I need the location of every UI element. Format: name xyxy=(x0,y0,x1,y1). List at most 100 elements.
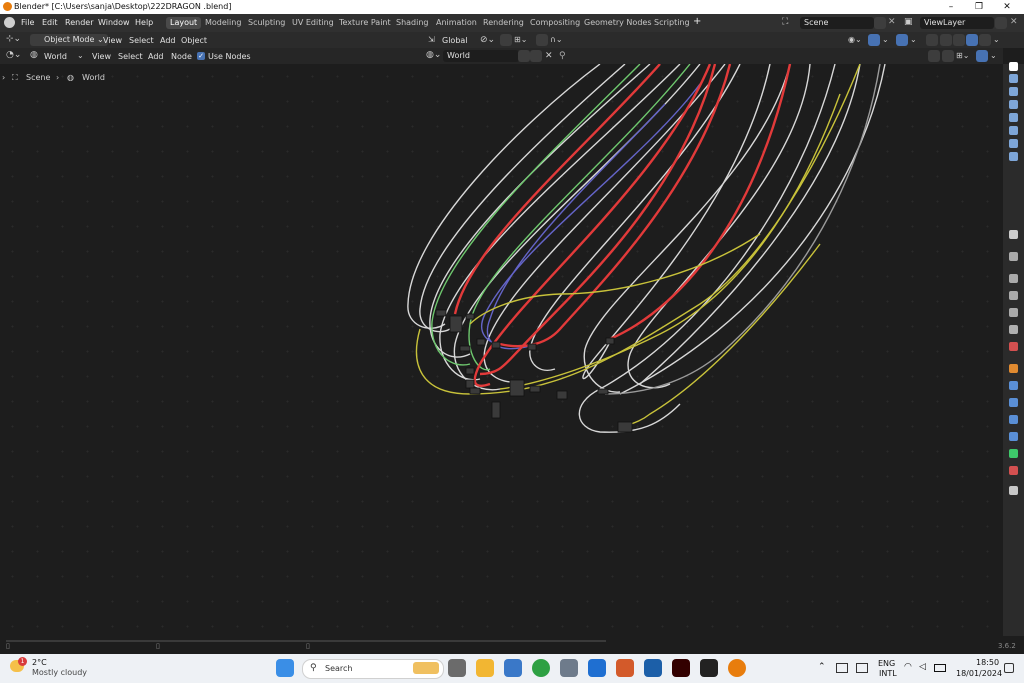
close-window-button[interactable]: ✕ xyxy=(994,0,1020,14)
use-nodes-checkbox[interactable]: ✓ xyxy=(197,52,205,60)
node-editor-canvas[interactable]: › ⛶ Scene › ◍ World xyxy=(0,64,1003,642)
language-label[interactable]: ENG xyxy=(878,659,895,668)
store-icon[interactable] xyxy=(504,659,522,677)
task-view-icon[interactable] xyxy=(448,659,466,677)
menu-render[interactable]: Render xyxy=(65,18,93,27)
blender-taskbar-icon[interactable] xyxy=(728,659,746,677)
falloff-icon[interactable]: ∩⌄ xyxy=(550,35,563,44)
node-editor-type-icon[interactable]: ◔⌄ xyxy=(6,50,21,60)
output-icon[interactable] xyxy=(1009,291,1018,300)
vp-menu-select[interactable]: Select xyxy=(129,36,154,45)
clock-time[interactable]: 18:50 xyxy=(976,658,999,667)
node-overlay-icon[interactable] xyxy=(976,50,988,62)
view-layer-icon[interactable] xyxy=(1009,308,1018,317)
fake-user-icon[interactable] xyxy=(518,50,530,62)
menu-window[interactable]: Window xyxy=(98,18,130,27)
world-props-icon[interactable] xyxy=(1009,342,1018,351)
vp-menu-add[interactable]: Add xyxy=(160,36,176,45)
object-mode-dropdown[interactable]: Object Mode ⌄ xyxy=(30,34,108,46)
notification-icon[interactable] xyxy=(1004,663,1014,673)
tab-sculpting[interactable]: Sculpting xyxy=(244,17,289,29)
scene-icon[interactable]: ⛶ xyxy=(782,17,796,29)
chrome-icon[interactable] xyxy=(532,659,550,677)
visibility-icon[interactable]: ◉⌄ xyxy=(848,35,862,44)
wireframe-shading-icon[interactable] xyxy=(940,34,952,46)
layer-icon[interactable] xyxy=(1009,152,1018,161)
clock-date[interactable]: 18/01/2024 xyxy=(956,669,1002,678)
viewlayer-icon[interactable]: ▣ xyxy=(904,17,918,29)
texture-props-icon[interactable] xyxy=(1009,486,1018,495)
object-props-icon[interactable] xyxy=(1009,364,1018,373)
layer-icon[interactable] xyxy=(1009,74,1018,83)
properties-editor-icon[interactable] xyxy=(1009,230,1018,239)
particles-icon[interactable] xyxy=(1009,398,1018,407)
outlook-icon[interactable] xyxy=(588,659,606,677)
pivot-icon[interactable]: ⊘⌄ xyxy=(480,35,495,45)
tray-display-icon[interactable] xyxy=(856,663,868,673)
editor-type-icon[interactable] xyxy=(1009,62,1018,71)
tab-texture-paint[interactable]: Texture Paint xyxy=(335,17,395,29)
material-shading-icon[interactable] xyxy=(966,34,978,46)
maximize-button[interactable]: ❐ xyxy=(966,0,992,14)
layout-label[interactable]: INTL xyxy=(879,669,897,678)
minimize-button[interactable]: – xyxy=(938,0,964,14)
tab-layout[interactable]: Layout xyxy=(166,17,202,29)
xray-icon[interactable] xyxy=(926,34,938,46)
layer-icon[interactable] xyxy=(1009,113,1018,122)
constraints-icon[interactable] xyxy=(1009,432,1018,441)
tab-modeling[interactable]: Modeling xyxy=(201,17,245,29)
tab-compositing[interactable]: Compositing xyxy=(526,17,584,29)
search-box[interactable]: ⚲ Search xyxy=(302,659,444,679)
shader-type-dropdown[interactable]: World xyxy=(44,52,67,61)
wifi-icon[interactable]: ◠ xyxy=(904,662,912,672)
editor-type-icon[interactable]: ⊹⌄ xyxy=(6,34,22,46)
menu-file[interactable]: File xyxy=(21,18,34,27)
data-props-icon[interactable] xyxy=(1009,449,1018,458)
overlay-icon[interactable] xyxy=(896,34,908,46)
world-datablock-icon[interactable]: ◍⌄ xyxy=(426,50,441,60)
battery-icon[interactable] xyxy=(934,664,946,672)
tab-scripting[interactable]: Scripting xyxy=(650,17,694,29)
start-icon[interactable] xyxy=(276,659,294,677)
node-menu-select[interactable]: Select xyxy=(118,52,143,61)
app-icon[interactable] xyxy=(616,659,634,677)
orientation-dropdown[interactable]: Global xyxy=(442,36,468,45)
scene-field[interactable]: Scene xyxy=(800,17,874,29)
snap-node-dropdown-icon[interactable]: ⊞⌄ xyxy=(956,51,969,60)
menu-edit[interactable]: Edit xyxy=(42,18,58,27)
tab-rendering[interactable]: Rendering xyxy=(479,17,528,29)
unlink-world-icon[interactable]: ✕ xyxy=(545,51,553,61)
pin-icon[interactable]: ⚲ xyxy=(559,51,566,61)
snap-target-icon[interactable]: ⊞⌄ xyxy=(514,35,527,44)
illustrator-icon[interactable] xyxy=(672,659,690,677)
parent-node-tree-icon[interactable] xyxy=(928,50,940,62)
material-props-icon[interactable] xyxy=(1009,466,1018,475)
new-world-icon[interactable] xyxy=(530,50,542,62)
layer-icon[interactable] xyxy=(1009,126,1018,135)
blender-menu-icon[interactable] xyxy=(4,17,15,28)
layer-icon[interactable] xyxy=(1009,139,1018,148)
modifier-icon[interactable] xyxy=(1009,381,1018,390)
snap-node-icon[interactable] xyxy=(942,50,954,62)
tray-app-icon[interactable] xyxy=(836,663,848,673)
volume-icon[interactable]: ◁ xyxy=(919,662,926,672)
rendered-shading-icon[interactable] xyxy=(979,34,991,46)
shading-dropdown-icon[interactable]: ⌄ xyxy=(993,35,1000,44)
settings-icon[interactable] xyxy=(560,659,578,677)
tab-shading[interactable]: Shading xyxy=(392,17,433,29)
file-explorer-icon[interactable] xyxy=(476,659,494,677)
vp-menu-object[interactable]: Object xyxy=(181,36,207,45)
new-viewlayer-button[interactable] xyxy=(995,17,1007,29)
vp-menu-view[interactable]: View xyxy=(103,36,122,45)
tab-geometry-nodes[interactable]: Geometry Nodes xyxy=(580,17,655,29)
menu-help[interactable]: Help xyxy=(135,18,153,27)
delete-scene-icon[interactable]: ✕ xyxy=(888,17,896,27)
world-field[interactable]: World xyxy=(443,50,519,62)
physics-icon[interactable] xyxy=(1009,415,1018,424)
weather-desc[interactable]: Mostly cloudy xyxy=(32,668,87,677)
overlay-dropdown-icon[interactable]: ⌄ xyxy=(910,35,917,44)
tool-icon[interactable] xyxy=(1009,252,1018,261)
delete-viewlayer-icon[interactable]: ✕ xyxy=(1010,17,1018,27)
layer-icon[interactable] xyxy=(1009,100,1018,109)
render-icon[interactable] xyxy=(1009,274,1018,283)
